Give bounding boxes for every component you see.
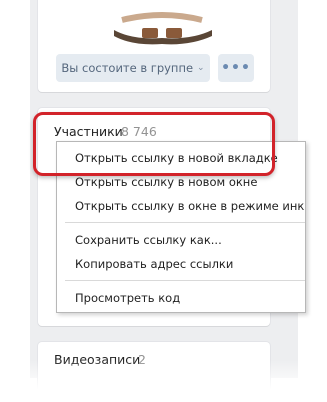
menu-separator — [65, 222, 305, 223]
membership-button-label: Вы состоите в группе — [61, 61, 194, 75]
menu-item-save-link-as[interactable]: Сохранить ссылку как... — [75, 233, 222, 247]
chevron-down-icon: ⌄ — [197, 62, 205, 73]
menu-item-open-new-window[interactable]: Открыть ссылку в новом окне — [75, 175, 257, 189]
menu-item-copy-link-address[interactable]: Копировать адрес ссылки — [75, 257, 233, 271]
membership-button[interactable]: Вы состоите в группе ⌄ — [56, 54, 210, 82]
bottom-fade — [22, 360, 312, 402]
menu-item-inspect[interactable]: Просмотреть код — [75, 291, 180, 305]
menu-separator — [65, 280, 305, 281]
highlight-annotation — [33, 112, 275, 176]
group-cover-image — [62, 0, 252, 46]
menu-item-open-incognito[interactable]: Открыть ссылку в окне в режиме инкогнито — [75, 199, 305, 213]
more-options-button[interactable]: ••• — [218, 54, 254, 82]
more-dots-icon: ••• — [221, 60, 251, 76]
